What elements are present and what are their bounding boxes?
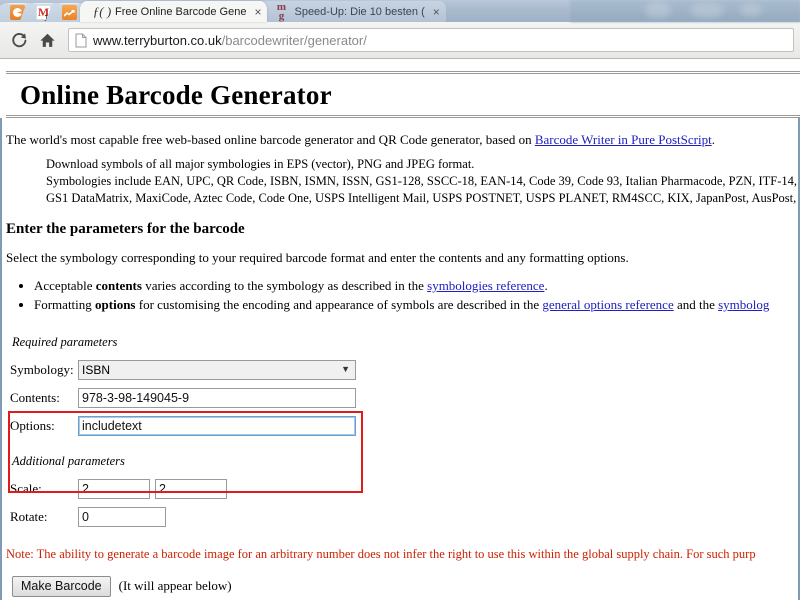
symbology-row: Symbology: ISBN ▼ [6, 356, 800, 384]
section-subtext: Select the symbology corresponding to yo… [6, 249, 629, 265]
page-content: Online Barcode Generator The world's mos… [0, 71, 800, 597]
tab-close-icon[interactable]: × [254, 5, 261, 19]
tab-strip: M 1 ƒ( ) Free Online Barcode Gene × mg S… [0, 0, 800, 23]
intro-text-after: . [711, 132, 715, 148]
scale-label: Scale: [10, 480, 42, 496]
list-item: Acceptable contents varies according to … [34, 277, 800, 296]
intro-paragraph: The world's most capable free web-based … [6, 132, 800, 148]
scale-row: Scale: [6, 475, 800, 503]
home-icon[interactable] [34, 27, 60, 53]
bullet-text: varies according to the symbology as des… [141, 277, 428, 293]
required-parameters-legend: Required parameters [12, 334, 118, 349]
url-host: www.terryburton.co.uk [93, 32, 222, 48]
tab-barcode-generator[interactable]: ƒ( ) Free Online Barcode Gene × [80, 1, 268, 22]
options-label: Options: [10, 417, 55, 433]
section-heading: Enter the parameters for the barcode [6, 220, 245, 237]
scale-x-input[interactable] [78, 478, 150, 499]
page-title: Online Barcode Generator [6, 71, 800, 119]
submit-row: Make Barcode (It will appear below) [12, 575, 800, 597]
contents-label: Contents: [10, 389, 60, 405]
intro-text-before: The world's most capable free web-based … [6, 132, 535, 148]
fx-icon: ƒ( ) [92, 3, 112, 19]
tab-speed-up[interactable]: mg Speed-Up: Die 10 besten ( × [259, 1, 446, 22]
bullet-text: . [544, 277, 548, 293]
symbology-options-link[interactable]: symbolog [718, 297, 769, 312]
list-item: Formatting options for customising the e… [34, 296, 800, 315]
window-chrome-glass [570, 0, 800, 22]
scale-y-input[interactable] [155, 478, 227, 499]
symbology-label: Symbology: [10, 361, 74, 377]
make-barcode-button[interactable]: Make Barcode [12, 575, 111, 597]
blockquote-line-2: Symbologies include EAN, UPC, QR Code, I… [46, 174, 800, 189]
rotate-row: Rotate: [6, 503, 800, 531]
make-barcode-hint: (It will appear below) [118, 578, 232, 594]
address-bar[interactable]: www.terryburton.co.uk/barcodewriter/gene… [68, 28, 794, 52]
bullet-text: Acceptable [34, 277, 96, 293]
blockquote-line-1: Download symbols of all major symbologie… [46, 157, 475, 172]
additional-parameters-legend: Additional parameters [12, 453, 125, 468]
chart-orange-icon [62, 5, 77, 20]
bullet-bold: options [95, 296, 136, 312]
tab-title: Free Online Barcode Gene [115, 5, 247, 18]
bullet-text: and the [673, 296, 719, 312]
contents-input[interactable] [78, 387, 356, 408]
rotate-input[interactable] [78, 506, 166, 527]
contents-row: Contents: [6, 384, 800, 412]
browser-window: M 1 ƒ( ) Free Online Barcode Gene × mg S… [0, 0, 800, 600]
general-options-reference-link[interactable]: general options reference [542, 297, 673, 312]
tab-title: Speed-Up: Die 10 besten ( [294, 5, 425, 18]
symbologies-reference-link[interactable]: symbologies reference [427, 278, 544, 293]
reload-icon[interactable] [6, 27, 32, 53]
supply-chain-note: Note: The ability to generate a barcode … [6, 546, 756, 561]
bwipp-link[interactable]: Barcode Writer in Pure PostScript [535, 132, 712, 147]
window-left-edge [0, 118, 2, 600]
required-parameters-form: Symbology: ISBN ▼ Contents: Options: [6, 356, 800, 440]
sparkline-glyph [64, 10, 75, 17]
browser-toolbar: www.terryburton.co.uk/barcodewriter/gene… [0, 22, 800, 59]
page-icon [75, 33, 87, 48]
bullet-text: Formatting [34, 296, 96, 312]
mg-icon: mg [276, 1, 287, 22]
page-viewport: Online Barcode Generator The world's mos… [0, 59, 800, 600]
blockquote-line-3: GS1 DataMatrix, MaxiCode, Aztec Code, Co… [46, 191, 800, 206]
options-input[interactable] [78, 415, 356, 436]
bullet-bold: contents [95, 277, 142, 293]
options-row: Options: [6, 412, 800, 440]
symbology-select[interactable]: ISBN [78, 359, 356, 380]
additional-parameters-form: Scale: Rotate: [6, 475, 800, 531]
notes-list: Acceptable contents varies according to … [6, 277, 800, 315]
symbology-select-wrap: ISBN ▼ [78, 359, 356, 380]
tab-close-icon[interactable]: × [433, 5, 440, 19]
rotate-label: Rotate: [10, 508, 48, 524]
url-path: /barcodewriter/generator/ [221, 32, 367, 48]
symbology-blockquote: Download symbols of all major symbologie… [46, 156, 800, 207]
bullet-text: for customising the encoding and appeara… [135, 296, 543, 312]
